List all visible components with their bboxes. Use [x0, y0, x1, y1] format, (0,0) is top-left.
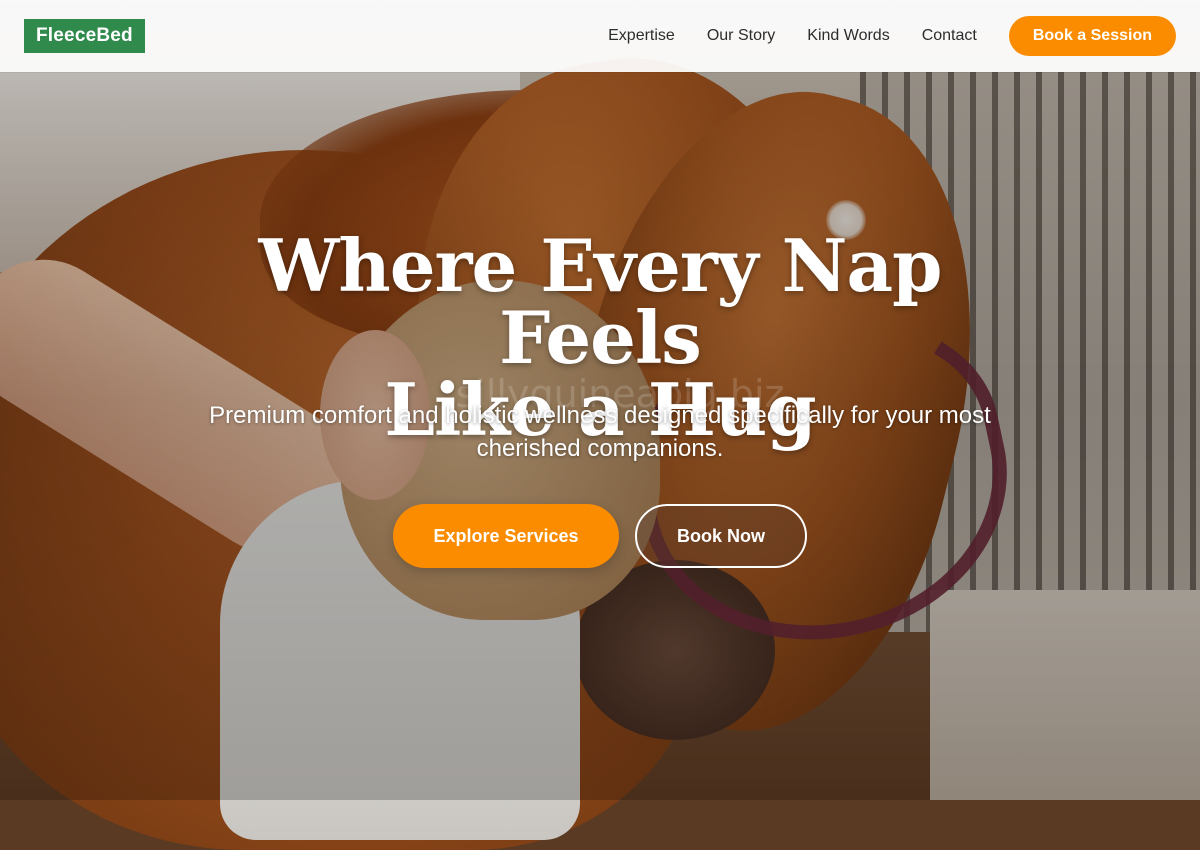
- nav-link-expertise[interactable]: Expertise: [608, 27, 675, 45]
- explore-services-button[interactable]: Explore Services: [393, 504, 619, 568]
- brand-logo[interactable]: FleeceBed: [24, 19, 145, 53]
- hero-section: Where Every Nap Feels Like a Hug Premium…: [0, 72, 1200, 800]
- book-now-button[interactable]: Book Now: [635, 504, 807, 568]
- nav-link-kind-words[interactable]: Kind Words: [807, 27, 889, 45]
- book-session-button[interactable]: Book a Session: [1008, 16, 1176, 56]
- site-header: FleeceBed Expertise Our Story Kind Words…: [0, 0, 1200, 72]
- hero-title-line-1: Where Every Nap Feels: [258, 223, 943, 380]
- hero-subtitle: Premium comfort and holistic wellness de…: [209, 402, 991, 462]
- main-nav: Expertise Our Story Kind Words Contact B…: [608, 16, 1176, 56]
- nav-link-contact[interactable]: Contact: [922, 27, 977, 45]
- nav-link-our-story[interactable]: Our Story: [707, 27, 775, 45]
